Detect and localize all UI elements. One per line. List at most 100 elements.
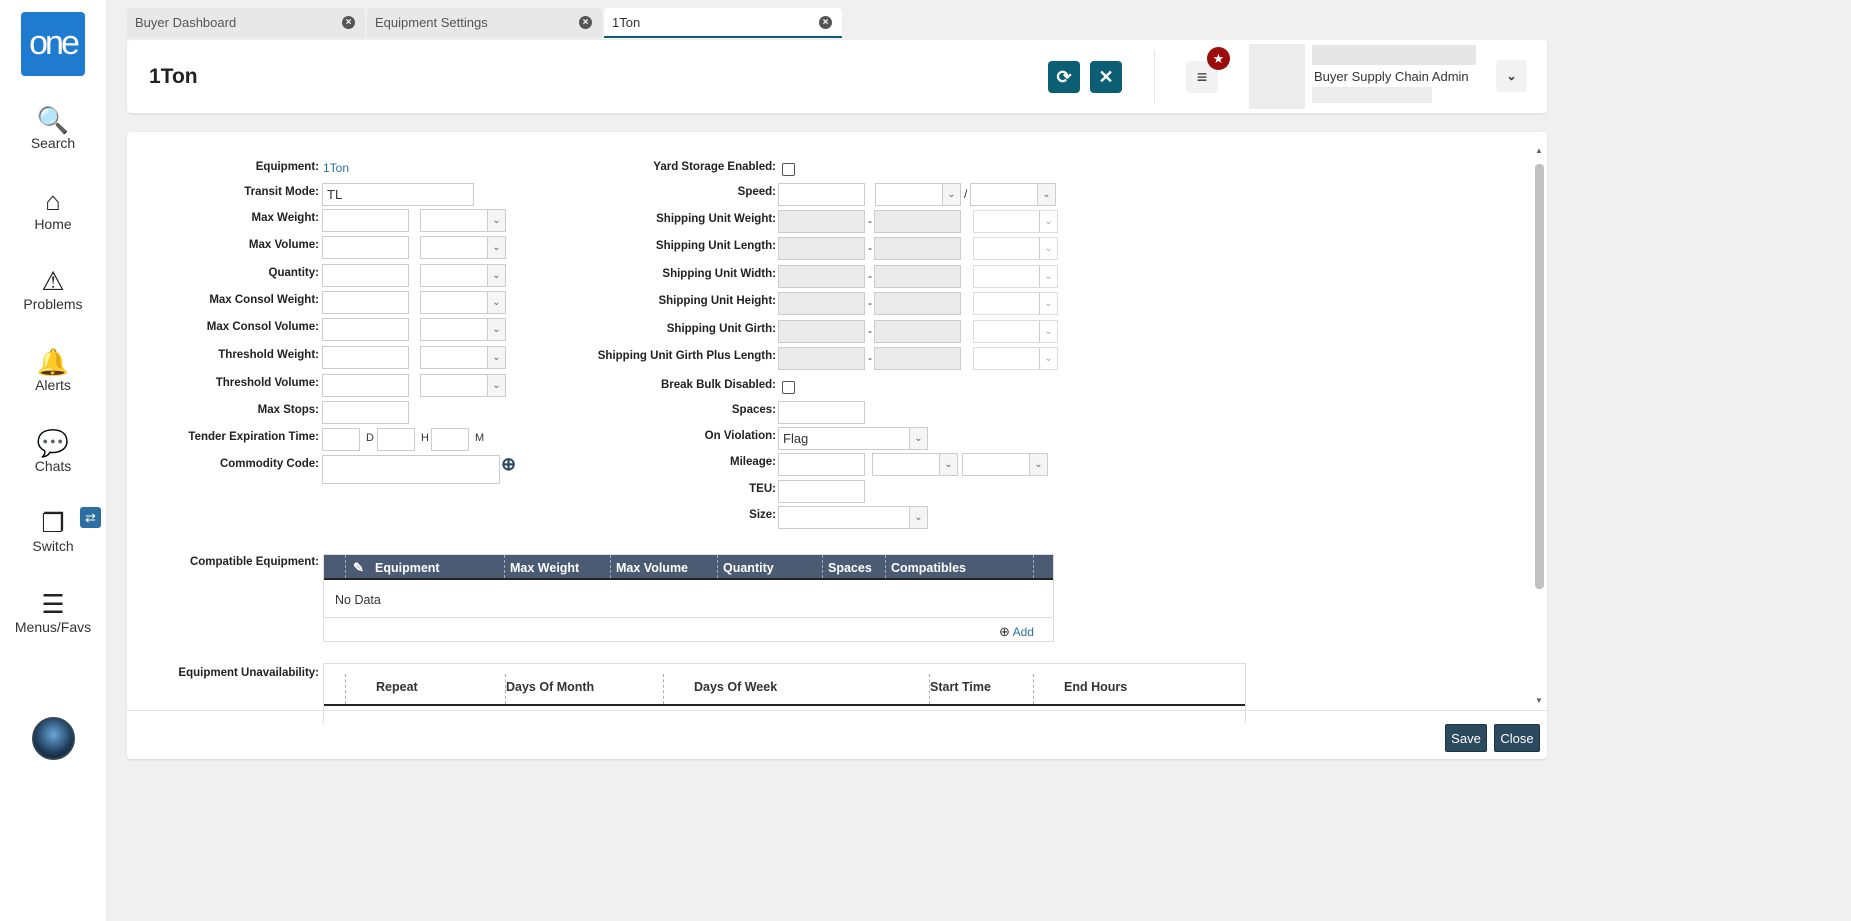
column-header[interactable]: Quantity: [723, 561, 774, 575]
value-input[interactable]: [322, 318, 409, 341]
chevron-down-icon[interactable]: ⌄: [1039, 211, 1057, 232]
unit-select[interactable]: ⌄: [420, 346, 506, 369]
select[interactable]: ⌄: [970, 183, 1056, 206]
select[interactable]: Flag ⌄: [778, 427, 928, 450]
unit-select[interactable]: ⌄: [420, 374, 506, 397]
zoom-search-icon[interactable]: ⊕: [501, 454, 516, 475]
dash: -: [868, 351, 872, 365]
table-divider: [324, 617, 1053, 618]
chevron-down-icon[interactable]: ⌄: [487, 265, 505, 286]
time-input-M[interactable]: [431, 428, 469, 451]
select[interactable]: ⌄: [778, 506, 928, 529]
scrollbar[interactable]: ▲ ▼: [1533, 146, 1547, 709]
chevron-down-icon[interactable]: ⌄: [942, 184, 960, 205]
select[interactable]: ⌄: [973, 237, 1058, 260]
select[interactable]: ⌄: [875, 183, 961, 206]
column-header[interactable]: Equipment: [375, 561, 440, 575]
column-header[interactable]: Max Volume: [616, 561, 688, 575]
user-menu-button[interactable]: ⌄: [1496, 60, 1527, 92]
column-header[interactable]: Repeat: [376, 680, 418, 694]
time-input-D[interactable]: [322, 428, 360, 451]
chevron-down-icon[interactable]: ⌄: [909, 507, 927, 528]
time-input-H[interactable]: [377, 428, 415, 451]
scroll-up-icon[interactable]: ▲: [1535, 146, 1543, 155]
column-header[interactable]: End Hours: [1064, 680, 1127, 694]
chevron-down-icon[interactable]: ⌄: [487, 292, 505, 313]
chevron-down-icon[interactable]: ⌄: [487, 375, 505, 396]
column-header[interactable]: Days Of Month: [506, 680, 594, 694]
chevron-down-icon[interactable]: ⌄: [1039, 348, 1057, 369]
speed-input[interactable]: [778, 183, 865, 206]
chevron-down-icon[interactable]: ⌄: [1039, 238, 1057, 259]
sidebar-item-switch[interactable]: ❐ Switch: [0, 508, 106, 554]
select[interactable]: ⌄: [973, 210, 1058, 233]
select[interactable]: ⌄: [973, 265, 1058, 288]
chevron-down-icon[interactable]: ⌄: [1039, 266, 1057, 287]
column-header[interactable]: Start Time: [930, 680, 991, 694]
select[interactable]: ⌄: [973, 320, 1058, 343]
select[interactable]: ⌄: [962, 453, 1048, 476]
refresh-button[interactable]: ⟳: [1048, 61, 1080, 93]
text-input[interactable]: TL: [322, 183, 474, 206]
column-header[interactable]: Days Of Week: [694, 680, 777, 694]
column-header[interactable]: Compatibles: [891, 561, 966, 575]
mileage-input[interactable]: [778, 453, 865, 476]
chevron-down-icon[interactable]: ⌄: [939, 454, 957, 475]
edit-columns-icon[interactable]: ✎: [353, 560, 364, 576]
checkbox[interactable]: [782, 163, 795, 176]
unit-select[interactable]: ⌄: [420, 318, 506, 341]
close-tab-button[interactable]: ✕: [1090, 61, 1122, 93]
save-button[interactable]: Save: [1445, 724, 1487, 752]
select[interactable]: ⌄: [973, 292, 1058, 315]
select[interactable]: ⌄: [973, 347, 1058, 370]
favorite-star-icon[interactable]: ★: [1207, 47, 1230, 70]
add-button[interactable]: ⊕ Add: [999, 624, 1034, 640]
plus-circle-icon: ⊕: [999, 624, 1010, 639]
sidebar-item-chats[interactable]: 💬 Chats: [0, 428, 106, 474]
sidebar-item-menusfavs[interactable]: ☰ Menus/Favs: [0, 589, 106, 635]
tab-1ton[interactable]: 1Ton ×: [604, 8, 842, 38]
sidebar-item-alerts[interactable]: 🔔 Alerts: [0, 347, 106, 393]
value-input[interactable]: [322, 291, 409, 314]
commodity-code-input[interactable]: [322, 455, 500, 484]
select[interactable]: ⌄: [872, 453, 958, 476]
sidebar-item-problems[interactable]: ⚠ Problems: [0, 266, 106, 312]
text-input[interactable]: [322, 401, 409, 424]
column-header[interactable]: Max Weight: [510, 561, 579, 575]
text-input[interactable]: [778, 401, 865, 424]
chevron-down-icon[interactable]: ⌄: [487, 319, 505, 340]
tab-equipment-settings[interactable]: Equipment Settings ×: [367, 8, 602, 38]
chevron-down-icon[interactable]: ⌄: [487, 237, 505, 258]
chevron-down-icon[interactable]: ⌄: [1039, 293, 1057, 314]
unit-select[interactable]: ⌄: [420, 264, 506, 287]
chevron-down-icon[interactable]: ⌄: [1037, 184, 1055, 205]
tab-buyer-dashboard[interactable]: Buyer Dashboard ×: [127, 8, 365, 38]
value-input[interactable]: [322, 346, 409, 369]
sidebar-item-home[interactable]: ⌂ Home: [0, 186, 106, 232]
chevron-down-icon[interactable]: ⌄: [1039, 321, 1057, 342]
scrollbar-thumb[interactable]: [1535, 164, 1544, 589]
chevron-down-icon[interactable]: ⌄: [1029, 454, 1047, 475]
close-tab-icon[interactable]: ×: [579, 16, 592, 29]
sidebar-item-search[interactable]: 🔍 Search: [0, 105, 106, 151]
chevron-down-icon[interactable]: ⌄: [487, 210, 505, 231]
user-name-redacted: [1312, 45, 1476, 65]
value-input[interactable]: [322, 264, 409, 287]
column-header[interactable]: Spaces: [828, 561, 872, 575]
chevron-down-icon[interactable]: ⌄: [909, 428, 927, 449]
close-tab-icon[interactable]: ×: [342, 16, 355, 29]
app-logo[interactable]: one: [21, 12, 85, 76]
user-avatar[interactable]: [32, 717, 75, 760]
unit-select[interactable]: ⌄: [420, 291, 506, 314]
text-input[interactable]: [778, 480, 865, 503]
close-tab-icon[interactable]: ×: [819, 16, 832, 29]
unit-select[interactable]: ⌄: [420, 236, 506, 259]
value-input[interactable]: [322, 236, 409, 259]
scroll-down-icon[interactable]: ▼: [1535, 696, 1543, 705]
close-button[interactable]: Close: [1494, 724, 1540, 752]
unit-select[interactable]: ⌄: [420, 209, 506, 232]
value-input[interactable]: [322, 374, 409, 397]
checkbox[interactable]: [782, 381, 795, 394]
value-input[interactable]: [322, 209, 409, 232]
chevron-down-icon[interactable]: ⌄: [487, 347, 505, 368]
